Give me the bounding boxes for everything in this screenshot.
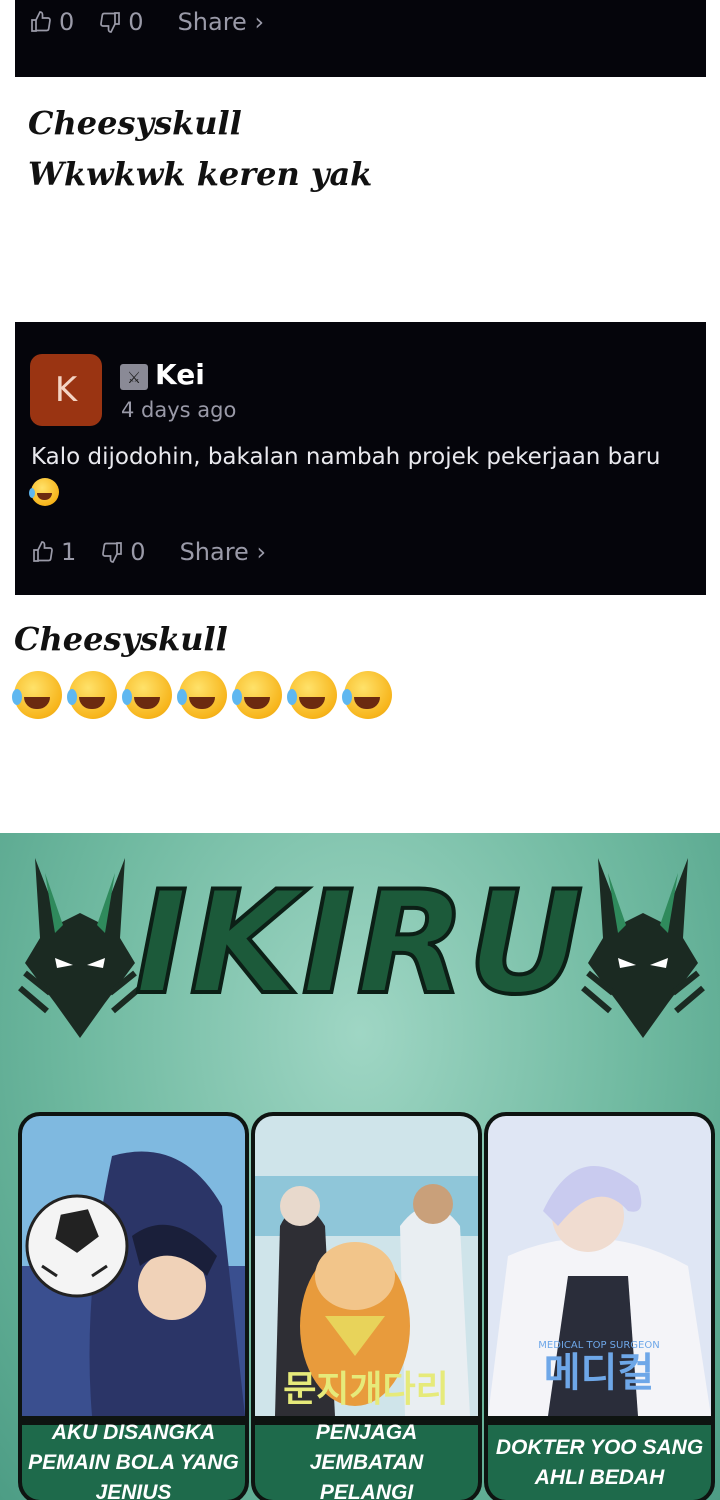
rolling-on-floor-laughing-icon (122, 670, 172, 719)
svg-text:문지개다리: 문지개다리 (283, 1369, 449, 1410)
comment-card-kei: K ⚔ Kei 4 days ago Kalo dijodohin, bakal… (15, 322, 706, 595)
avatar-letter: K (54, 370, 78, 410)
reply-author: Cheesyskull (28, 104, 242, 142)
reply-note-one: Cheesyskull Wkwkwk keren yak (28, 98, 372, 200)
like-button[interactable]: 1 (31, 538, 76, 566)
dislike-button[interactable]: 0 (100, 538, 146, 566)
comic-card[interactable]: 문지개다리 PENJAGA JEMBATAN PELANGI (251, 1112, 482, 1500)
rolling-on-floor-laughing-icon (342, 670, 392, 719)
comment-actions: 0 0 Share › (29, 8, 264, 36)
comment-text: Kalo dijodohin, bakalan nambah projek pe… (31, 444, 661, 470)
thumbs-up-icon (33, 541, 53, 562)
comment-body: Kalo dijodohin, bakalan nambah projek pe… (29, 440, 691, 508)
thumbs-down-icon (100, 12, 121, 33)
site-logo: IKIRU (133, 859, 586, 1028)
svg-text:MEDICAL TOP SURGEON: MEDICAL TOP SURGEON (538, 1340, 659, 1351)
comment-username[interactable]: Kei (155, 358, 205, 391)
like-button[interactable]: 0 (29, 8, 74, 36)
rolling-on-floor-laughing-icon (232, 670, 282, 719)
dislike-count: 0 (128, 8, 144, 36)
comment-card-top: 0 0 Share › (15, 0, 706, 77)
user-badge-icon: ⚔ (120, 364, 148, 390)
comic-title: DOKTER YOO SANG AHLI BEDAH (488, 1422, 711, 1500)
reply-author: Cheesyskull (14, 620, 228, 658)
share-button[interactable]: Share › (178, 8, 264, 36)
comic-title: AKU DISANGKA PEMAIN BOLA YANG JENIUS (22, 1421, 245, 1500)
reply-text: Wkwkwk keren yak (28, 155, 373, 194)
rolling-on-floor-laughing-icon (177, 670, 227, 719)
comic-title: PENJAGA JEMBATAN PELANGI (255, 1421, 478, 1500)
comic-cover-image (22, 1116, 245, 1416)
rolling-on-floor-laughing-icon (12, 670, 62, 719)
comic-card[interactable]: 메디컬 MEDICAL TOP SURGEON DOKTER YOO SANG … (484, 1112, 715, 1500)
share-button[interactable]: Share › (180, 538, 266, 566)
thumbs-up-icon (31, 11, 51, 32)
comment-timestamp: 4 days ago (121, 398, 237, 422)
reply-note-two: Cheesyskull (12, 614, 399, 719)
comment-actions: 1 0 Share › (31, 538, 266, 566)
avatar[interactable]: K (30, 354, 102, 426)
emoji-row (12, 667, 399, 719)
comic-card[interactable]: AKU DISANGKA PEMAIN BOLA YANG JENIUS (18, 1112, 249, 1500)
thumbs-down-icon (102, 542, 123, 563)
like-count: 1 (61, 538, 77, 566)
dislike-count: 0 (130, 538, 146, 566)
dislike-button[interactable]: 0 (98, 8, 144, 36)
promo-banner: IKIRU AKU DISANGKA PEMAIN BOLA YANG JENI… (0, 833, 720, 1500)
comic-cover-image: 문지개다리 (255, 1116, 478, 1416)
rolling-on-floor-laughing-icon (67, 670, 117, 719)
comic-cover-image: 메디컬 MEDICAL TOP SURGEON (488, 1116, 711, 1416)
rolling-on-floor-laughing-icon (287, 670, 337, 719)
svg-text:메디컬: 메디컬 (544, 1350, 654, 1396)
rolling-on-floor-laughing-icon (29, 477, 59, 506)
like-count: 0 (59, 8, 75, 36)
